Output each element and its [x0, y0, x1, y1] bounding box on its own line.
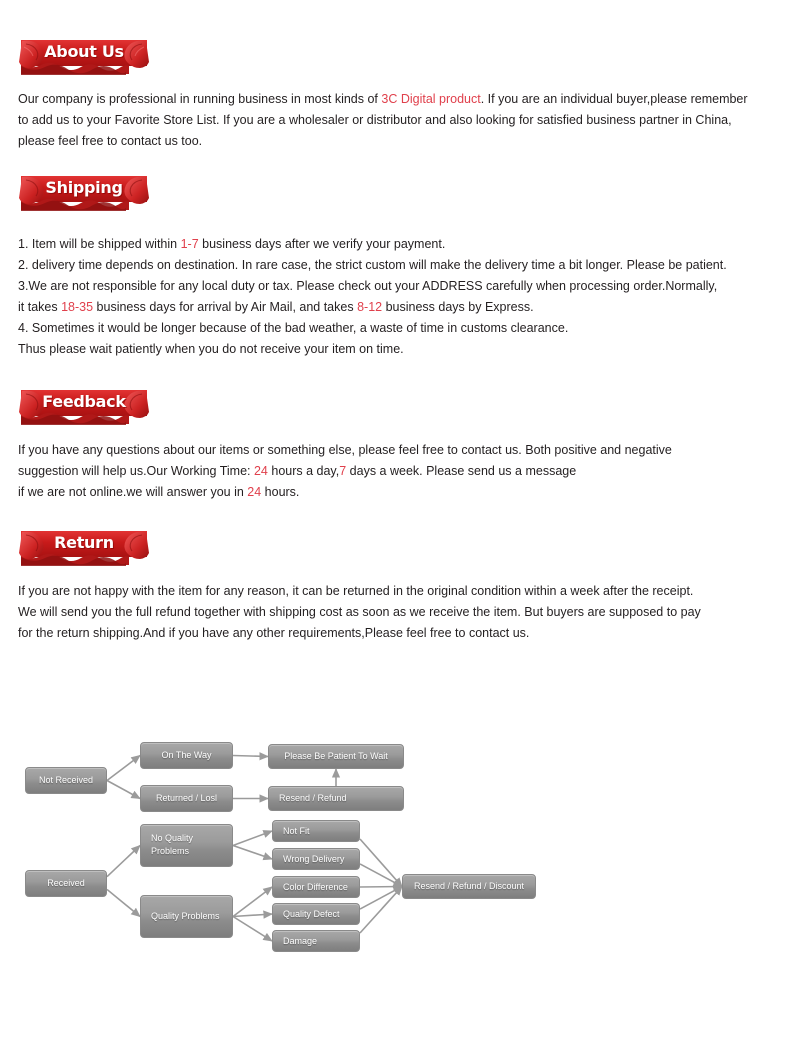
paragraph-line: Our company is professional in running b…	[18, 89, 748, 110]
body-text: Thus please wait patiently when you do n…	[18, 342, 404, 356]
flow-node-on-the-way: On The Way	[140, 742, 233, 769]
paragraph-line: it takes 18-35 business days for arrival…	[18, 297, 748, 318]
flow-node-wrong-del: Wrong Delivery	[272, 848, 360, 870]
flow-node-color-diff: Color Difference	[272, 876, 360, 898]
body-text: to add us to your Favorite Store List. I…	[18, 113, 732, 127]
flow-arrow	[232, 915, 273, 942]
flow-node-quality-prob: Quality Problems	[140, 895, 233, 938]
section-feedback: Feedback If you have any questions about…	[0, 360, 800, 503]
paragraph-line: to add us to your Favorite Store List. I…	[18, 110, 748, 131]
flow-arrow	[232, 844, 273, 861]
banner-return: Return	[18, 529, 150, 567]
flow-node-received: Received	[25, 870, 107, 897]
highlighted-text: 24	[253, 464, 268, 478]
paragraph-line: If you have any questions about our item…	[18, 440, 748, 461]
body-text: business days for arrival by Air Mail, a…	[93, 300, 358, 314]
paragraph-line: Thus please wait patiently when you do n…	[18, 339, 748, 360]
paragraph-line: 3.We are not responsible for any local d…	[18, 276, 748, 297]
banner-label: Return	[54, 533, 114, 552]
highlighted-text: 3C Digital product	[381, 92, 481, 106]
body-text: business days by Express.	[382, 300, 534, 314]
flow-node-quality-def: Quality Defect	[272, 903, 360, 925]
flow-arrow	[106, 754, 141, 782]
flow-arrow	[232, 910, 273, 919]
body-text: 3.We are not responsible for any local d…	[18, 279, 718, 293]
section-return: Return If you are not happy with the ite…	[0, 503, 800, 644]
paragraph-line: for the return shipping.And if you have …	[18, 623, 748, 644]
flow-node-no-quality: No Quality Problems	[140, 824, 233, 867]
flow-node-resend-refund: Resend / Refund	[268, 786, 404, 811]
flow-arrow	[106, 844, 141, 878]
body-text: for the return shipping.And if you have …	[18, 626, 530, 640]
paragraph-line: 1. Item will be shipped within 1-7 busin…	[18, 234, 748, 255]
body-text: hours a day,	[267, 464, 340, 478]
body-text: 4. Sometimes it would be longer because …	[18, 321, 569, 335]
return-text: If you are not happy with the item for a…	[18, 573, 748, 644]
paragraph-line: please feel free to contact us too.	[18, 131, 748, 152]
banner-label: Feedback	[42, 392, 126, 411]
about-us-text: Our company is professional in running b…	[18, 82, 748, 152]
body-text: 2. delivery time depends on destination.…	[18, 258, 727, 272]
paragraph-line: suggestion will help us.Our Working Time…	[18, 461, 748, 482]
banner-label: About Us	[44, 42, 124, 61]
flow-node-resend-disc: Resend / Refund / Discount	[402, 874, 536, 899]
body-text: business days after we verify your payme…	[198, 237, 446, 251]
paragraph-line: If you are not happy with the item for a…	[18, 581, 748, 602]
section-shipping: Shipping 1. Item will be shipped within …	[0, 152, 800, 360]
body-text: it takes	[18, 300, 62, 314]
body-text: If you have any questions about our item…	[18, 443, 672, 457]
body-text: Our company is professional in running b…	[18, 92, 382, 106]
flow-arrow	[232, 830, 273, 847]
body-text: . If you are an individual buyer,please …	[480, 92, 748, 106]
flow-arrow	[359, 838, 403, 888]
banner-about-us: About Us	[18, 38, 150, 76]
paragraph-line: 4. Sometimes it would be longer because …	[18, 318, 748, 339]
flow-node-be-patient: Please Be Patient To Wait	[268, 744, 404, 769]
flow-node-not-received: Not Received	[25, 767, 107, 794]
flow-arrow	[359, 863, 403, 888]
body-text: please feel free to contact us too.	[18, 134, 203, 148]
body-text: We will send you the full refund togethe…	[18, 605, 701, 619]
paragraph-line: 2. delivery time depends on destination.…	[18, 255, 748, 276]
section-about-us: About Us Our company is professional in …	[0, 0, 800, 152]
body-text: If you are not happy with the item for a…	[18, 584, 694, 598]
paragraph-line: We will send you the full refund togethe…	[18, 602, 748, 623]
banner-shipping: Shipping	[18, 174, 150, 212]
body-text: 1. Item will be shipped within	[18, 237, 181, 251]
flow-arrow	[232, 752, 269, 761]
policy-page: About Us Our company is professional in …	[0, 0, 800, 1047]
flow-arrow	[359, 885, 403, 934]
flow-node-returned-lost: Returned / Losl	[140, 785, 233, 812]
highlighted-text: 24	[247, 485, 262, 499]
flow-arrow	[106, 779, 141, 800]
shipping-text: 1. Item will be shipped within 1-7 busin…	[18, 218, 748, 360]
feedback-text: If you have any questions about our item…	[18, 432, 748, 503]
flow-node-damage: Damage	[272, 930, 360, 952]
flow-arrow	[232, 886, 273, 918]
highlighted-text: 1-7	[180, 237, 199, 251]
highlighted-text: 8-12	[357, 300, 383, 314]
body-text: suggestion will help us.Our Working Time…	[18, 464, 254, 478]
body-text: hours.	[261, 485, 300, 499]
flow-arrow	[359, 885, 403, 910]
flow-arrow	[359, 882, 403, 891]
banner-label: Shipping	[45, 178, 123, 197]
paragraph-line: if we are not online.we will answer you …	[18, 482, 748, 503]
body-text: days a week. Please send us a message	[346, 464, 577, 478]
body-text: if we are not online.we will answer you …	[18, 485, 248, 499]
banner-feedback: Feedback	[18, 388, 150, 426]
flow-node-not-fit: Not Fit	[272, 820, 360, 842]
highlighted-text: 18-35	[61, 300, 94, 314]
flow-arrow	[106, 888, 141, 918]
